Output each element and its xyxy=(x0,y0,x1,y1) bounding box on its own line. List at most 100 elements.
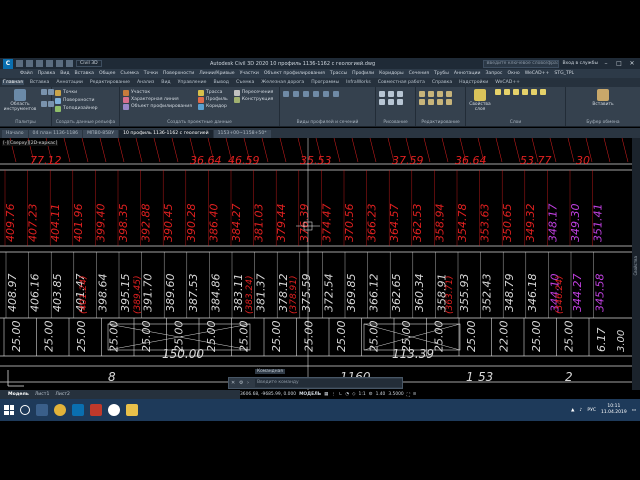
feature-line-button[interactable]: Характерная линия xyxy=(123,96,192,103)
ribbon-tab-12[interactable]: Совместная работа xyxy=(377,80,426,85)
menu-item-11[interactable]: Трассы xyxy=(330,71,347,76)
civil3d-taskbar-icon[interactable] xyxy=(72,404,84,416)
scale-icon[interactable] xyxy=(428,99,434,105)
arc-icon[interactable] xyxy=(379,99,385,105)
osnap-icon[interactable]: ◇ xyxy=(352,392,355,397)
fullscreen-icon[interactable]: ⛶ xyxy=(407,392,410,398)
points-button[interactable]: Точки xyxy=(55,89,116,96)
model-space-toggle[interactable]: МОДЕЛЬ xyxy=(299,392,321,397)
menu-item-6[interactable]: Точки xyxy=(144,71,158,76)
undo-icon[interactable] xyxy=(56,60,63,67)
menu-item-5[interactable]: Съемка xyxy=(120,71,138,76)
palette-icon[interactable] xyxy=(41,89,47,95)
minimize-icon[interactable]: – xyxy=(601,60,611,67)
snap-icon[interactable]: ⋮ xyxy=(331,392,335,397)
menu-icon[interactable]: ≡ xyxy=(413,392,417,397)
menu-item-16[interactable]: Аннотации xyxy=(454,71,481,76)
view-icon[interactable] xyxy=(333,91,339,97)
trim-icon[interactable] xyxy=(446,91,452,97)
polyline-icon[interactable] xyxy=(388,91,394,97)
rectangle-icon[interactable] xyxy=(388,99,394,105)
acrobat-icon[interactable] xyxy=(90,404,102,416)
ribbon-tab-2[interactable]: Аннотации xyxy=(55,80,84,85)
menu-item-4[interactable]: Общее xyxy=(99,71,115,76)
copy-icon[interactable] xyxy=(428,91,434,97)
menu-item-3[interactable]: Вставка xyxy=(75,71,94,76)
open-file-icon[interactable] xyxy=(26,60,33,67)
ribbon-tab-13[interactable]: Справка xyxy=(431,80,453,85)
close-icon[interactable]: ✕ xyxy=(627,60,637,67)
menu-item-17[interactable]: Запрос xyxy=(485,71,502,76)
file-tab-1[interactable]: 04 план 1136-1186 xyxy=(28,130,83,138)
polar-icon[interactable]: ◔ xyxy=(345,392,349,397)
ribbon-tab-4[interactable]: Анализ xyxy=(136,80,155,85)
ribbon-tab-3[interactable]: Редактирование xyxy=(89,80,131,85)
recorder-icon[interactable] xyxy=(108,404,120,416)
workspace-select[interactable]: Civil 3D xyxy=(76,60,102,67)
save-icon[interactable] xyxy=(36,60,43,67)
ribbon-tab-8[interactable]: Съемка xyxy=(235,80,255,85)
ribbon-tab-5[interactable]: Вид xyxy=(160,80,171,85)
ribbon-tab-10[interactable]: Программы xyxy=(310,80,340,85)
layout-tab-0[interactable]: Модель xyxy=(8,392,29,397)
ribbon-tab-9[interactable]: Железная дорога xyxy=(260,80,305,85)
ribbon-tab-15[interactable]: WeCAD++ xyxy=(494,80,521,85)
menu-item-14[interactable]: Сечения xyxy=(409,71,429,76)
close-icon[interactable]: ✕ xyxy=(231,380,237,386)
clock[interactable]: 10:11 11.04.2019 xyxy=(601,404,627,416)
chrome-icon[interactable] xyxy=(54,404,66,416)
drawing-canvas[interactable]: 77.12 36.64 46.59 35.53 37.59 36.64 53.77 30 409… xyxy=(0,138,632,390)
lineweight-value[interactable]: 1.40 xyxy=(376,392,386,397)
layout-tab-2[interactable]: Лист2 xyxy=(55,392,70,397)
assembly-button[interactable]: Конструкция xyxy=(233,96,274,103)
menu-item-1[interactable]: Правка xyxy=(38,71,55,76)
paste-button[interactable]: Вставить xyxy=(569,89,637,107)
stretch-icon[interactable] xyxy=(437,99,443,105)
palette-icon[interactable] xyxy=(41,101,47,107)
file-tab-4[interactable]: 1153+00~1158+50* xyxy=(213,130,271,138)
ortho-icon[interactable]: ∟ xyxy=(339,392,343,397)
search-input[interactable]: Введите ключевое слово/фразу xyxy=(483,59,560,68)
gear-icon[interactable]: ⚙ xyxy=(369,392,373,397)
circle-icon[interactable] xyxy=(397,91,403,97)
wrench-icon[interactable]: ⚙ xyxy=(239,380,245,386)
layout-tab-1[interactable]: Лист1 xyxy=(35,392,50,397)
layer-icon[interactable] xyxy=(531,89,537,95)
file-tab-2[interactable]: МПВ0-85ВУ xyxy=(83,130,119,138)
annotation-scale[interactable]: 1:1 xyxy=(359,392,366,397)
menu-item-15[interactable]: Трубы xyxy=(434,71,449,76)
ribbon-tab-1[interactable]: Вставка xyxy=(29,80,50,85)
search-icon[interactable] xyxy=(20,405,30,415)
language-indicator[interactable]: РУС xyxy=(587,408,596,413)
corridor-button[interactable]: Коридор xyxy=(198,103,228,110)
alignment-button[interactable]: Трасса xyxy=(198,89,228,96)
hatch-icon[interactable] xyxy=(397,99,403,105)
layer-properties-button[interactable]: Свойства слоя xyxy=(469,89,491,112)
file-tab-3[interactable]: 10 профиль 1136-1162 с геологией xyxy=(119,130,213,138)
app-logo-icon[interactable]: C xyxy=(3,58,13,69)
menu-item-2[interactable]: Вид xyxy=(60,71,69,76)
mirror-icon[interactable] xyxy=(419,99,425,105)
bulb-icon[interactable] xyxy=(495,89,501,95)
print-icon[interactable] xyxy=(46,60,53,67)
layer-icon[interactable] xyxy=(522,89,528,95)
view-icon[interactable] xyxy=(313,91,319,97)
maximize-icon[interactable]: □ xyxy=(614,60,624,67)
command-input[interactable]: Введите команду xyxy=(255,379,402,387)
section-view-icon[interactable] xyxy=(293,91,299,97)
elevation-value[interactable]: 3.5000 xyxy=(388,392,403,397)
ribbon-tab-0[interactable]: Главная xyxy=(2,80,24,85)
new-file-icon[interactable] xyxy=(16,60,23,67)
task-view-icon[interactable] xyxy=(36,404,48,416)
properties-palette-label[interactable]: Свойства xyxy=(633,256,638,276)
menu-item-8[interactable]: Линии/Кривые xyxy=(199,71,234,76)
ribbon-tab-7[interactable]: Вывод xyxy=(212,80,229,85)
menu-item-7[interactable]: Поверхности xyxy=(163,71,194,76)
surfaces-button[interactable]: Поверхности xyxy=(55,97,116,104)
rotate-icon[interactable] xyxy=(437,91,443,97)
menu-item-9[interactable]: Участки xyxy=(240,71,259,76)
intersections-button[interactable]: Пересечения xyxy=(233,89,273,96)
menu-item-13[interactable]: Коридоры xyxy=(379,71,404,76)
layer-icon[interactable] xyxy=(540,89,546,95)
file-tab-0[interactable]: Начало xyxy=(2,130,28,138)
